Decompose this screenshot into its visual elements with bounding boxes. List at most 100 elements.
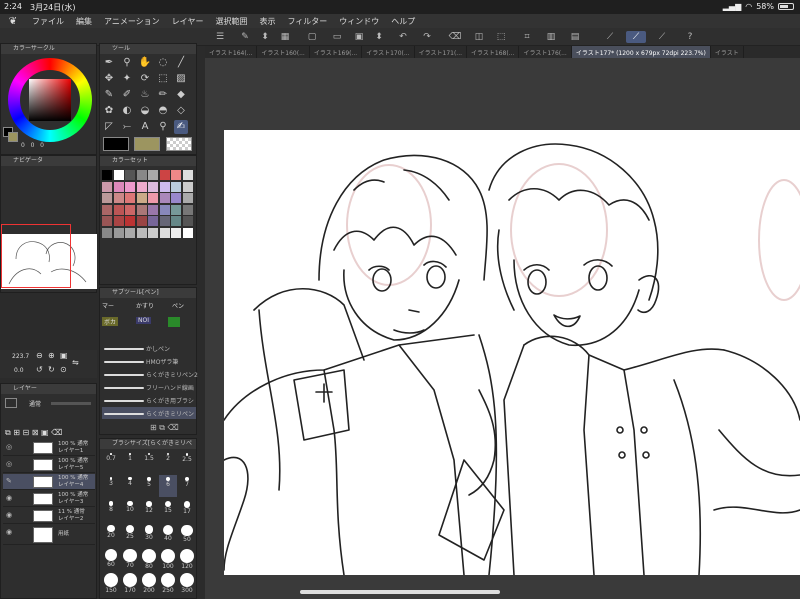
sub-color-swatch[interactable] xyxy=(8,132,18,142)
brush-size-option[interactable]: 200 xyxy=(140,571,158,594)
brush-size-option[interactable]: 30 xyxy=(140,523,158,545)
layer-row[interactable]: ◉ 100 % 通常 レイヤー3 xyxy=(3,491,95,507)
lasso-tool-icon[interactable]: ◌ xyxy=(156,56,170,70)
color-swatch[interactable] xyxy=(102,181,112,192)
brush-size-option[interactable]: 7 xyxy=(178,475,196,497)
brush-item[interactable]: かしペン xyxy=(102,342,196,354)
menu-view[interactable]: 表示 xyxy=(253,16,281,27)
tab-doc[interactable]: イラスト160(... xyxy=(257,46,310,58)
brush-item[interactable]: フリーハンド線画 xyxy=(102,381,196,393)
tab-doc[interactable]: イラスト176(... xyxy=(519,46,572,58)
visibility-icon[interactable]: ◉ xyxy=(6,511,12,519)
brush-size-option[interactable]: 60 xyxy=(102,547,120,569)
color-swatch[interactable] xyxy=(125,227,135,238)
brush-size-option[interactable]: 2 xyxy=(159,451,177,473)
subtool-tab[interactable]: ボカ xyxy=(102,317,119,326)
frame-tool-icon[interactable]: ◇ xyxy=(174,104,188,118)
move-tool-icon[interactable]: ✥ xyxy=(102,72,116,86)
brush-tool-icon[interactable]: ✐ xyxy=(120,88,134,102)
brush-size-option[interactable]: 3 xyxy=(102,475,120,497)
tab-doc[interactable]: イラスト168(... xyxy=(467,46,520,58)
brush-size-option[interactable]: 10 xyxy=(121,499,139,521)
fill-tool-icon[interactable]: ◒ xyxy=(138,104,152,118)
correct-line-tool-icon[interactable]: ⤚ xyxy=(120,120,134,134)
brush-size-option[interactable]: 25 xyxy=(121,523,139,545)
edit-icon[interactable]: ✎ xyxy=(238,31,252,43)
brush-size-option[interactable]: 8 xyxy=(102,499,120,521)
visibility-icon[interactable]: ◉ xyxy=(6,528,12,536)
color-swatch[interactable] xyxy=(102,204,112,215)
brush-size-option[interactable]: 0.7 xyxy=(102,451,120,473)
transparent-color-box[interactable] xyxy=(166,137,192,151)
zoom-out-icon[interactable]: ⊖ xyxy=(36,351,43,360)
fill-icon[interactable]: ▥ xyxy=(544,31,558,43)
color-swatch[interactable] xyxy=(113,216,124,226)
marker-tool-icon[interactable]: ✏ xyxy=(156,88,170,102)
color-swatch[interactable] xyxy=(159,193,170,203)
brush-item[interactable]: らくがき用ブラシ xyxy=(102,394,196,406)
eraser-tool-icon[interactable]: ◆ xyxy=(174,88,188,102)
layer-row[interactable]: ◉ 11 % 通常 レイヤー2 xyxy=(3,508,95,524)
visibility-icon[interactable]: ◎ xyxy=(6,443,12,451)
brush-size-option[interactable]: 120 xyxy=(178,547,196,570)
color-swatch[interactable] xyxy=(125,216,135,226)
color-swatch[interactable] xyxy=(136,216,147,226)
text-tool-icon[interactable]: A xyxy=(138,120,152,134)
layer-row[interactable]: ◎ 100 % 通常 レイヤー5 xyxy=(3,457,95,473)
blend-tool-icon[interactable]: ◐ xyxy=(120,104,134,118)
zoom-in-icon[interactable]: ⊕ xyxy=(48,351,55,360)
brush-size-option[interactable]: 15 xyxy=(159,499,177,521)
main-color-box[interactable] xyxy=(103,137,129,151)
saturation-square[interactable] xyxy=(29,79,71,121)
subtool-tab-green[interactable] xyxy=(168,317,180,327)
hand-tool-icon[interactable]: ✋ xyxy=(138,56,152,70)
visibility-icon[interactable]: ◎ xyxy=(6,460,12,468)
color-swatch[interactable] xyxy=(148,193,158,203)
color-swatch[interactable] xyxy=(182,227,193,238)
color-swatch[interactable] xyxy=(182,170,193,180)
menu-animation[interactable]: アニメーション xyxy=(98,16,166,27)
tab-doc-active[interactable]: イラスト177* (1200 x 679px 72dpi 223.7%) xyxy=(571,46,711,58)
color-swatch[interactable] xyxy=(113,170,124,180)
brush-size-option[interactable]: 170 xyxy=(121,571,139,594)
color-swatch[interactable] xyxy=(148,216,158,226)
color-swatch[interactable] xyxy=(102,227,112,238)
pen-tool-icon[interactable]: ✒ xyxy=(102,56,116,70)
open-folder-icon[interactable]: ▭ xyxy=(330,31,344,43)
color-swatch[interactable] xyxy=(136,193,147,203)
color-swatch[interactable] xyxy=(182,193,193,203)
blend-mode-icon[interactable] xyxy=(5,398,17,408)
color-swatch[interactable] xyxy=(136,170,147,180)
subtool-footer-icons[interactable]: ⊞ ⧉ ⌫ xyxy=(150,423,179,433)
rotate-tool-icon[interactable]: ⟳ xyxy=(138,72,152,86)
operation-tool-icon[interactable]: ✍ xyxy=(174,120,188,134)
color-swatch[interactable] xyxy=(159,216,170,226)
brush-size-option[interactable]: 300 xyxy=(178,571,196,594)
drawing-canvas[interactable] xyxy=(223,130,800,576)
brush-size-option[interactable]: 50 xyxy=(178,523,196,545)
color-swatch[interactable] xyxy=(125,204,135,215)
tab-doc[interactable]: イラスト xyxy=(711,46,744,58)
search-tool-icon[interactable]: ⚲ xyxy=(156,120,170,134)
color-swatch[interactable] xyxy=(113,181,124,192)
color-swatch[interactable] xyxy=(148,227,158,238)
layer-row-selected[interactable]: ✎ 100 % 通常 レイヤー4 xyxy=(3,474,95,490)
transform-icon[interactable]: ◫ xyxy=(472,31,486,43)
crop-icon[interactable]: ⌗ xyxy=(520,31,534,43)
menu-help[interactable]: ヘルプ xyxy=(385,16,421,27)
line-tool-icon[interactable]: ╱ xyxy=(174,56,188,70)
menu-edit[interactable]: 編集 xyxy=(70,16,98,27)
deselect-icon[interactable]: ⬚ xyxy=(494,31,508,43)
redo-icon[interactable]: ↷ xyxy=(420,31,434,43)
reset-rotation-icon[interactable]: ⊙ xyxy=(60,365,67,374)
eyedropper-tool-icon[interactable]: ✎ xyxy=(102,88,116,102)
color-swatch[interactable] xyxy=(159,170,170,180)
color-swatch[interactable] xyxy=(171,216,181,226)
color-swatch[interactable] xyxy=(171,170,181,180)
brush-size-option[interactable]: 100 xyxy=(159,547,177,570)
adjust-icon[interactable]: ⬍ xyxy=(258,31,272,43)
color-swatch[interactable] xyxy=(182,204,193,215)
color-swatch[interactable] xyxy=(148,181,158,192)
color-swatch[interactable] xyxy=(182,181,193,192)
color-swatch[interactable] xyxy=(136,227,147,238)
